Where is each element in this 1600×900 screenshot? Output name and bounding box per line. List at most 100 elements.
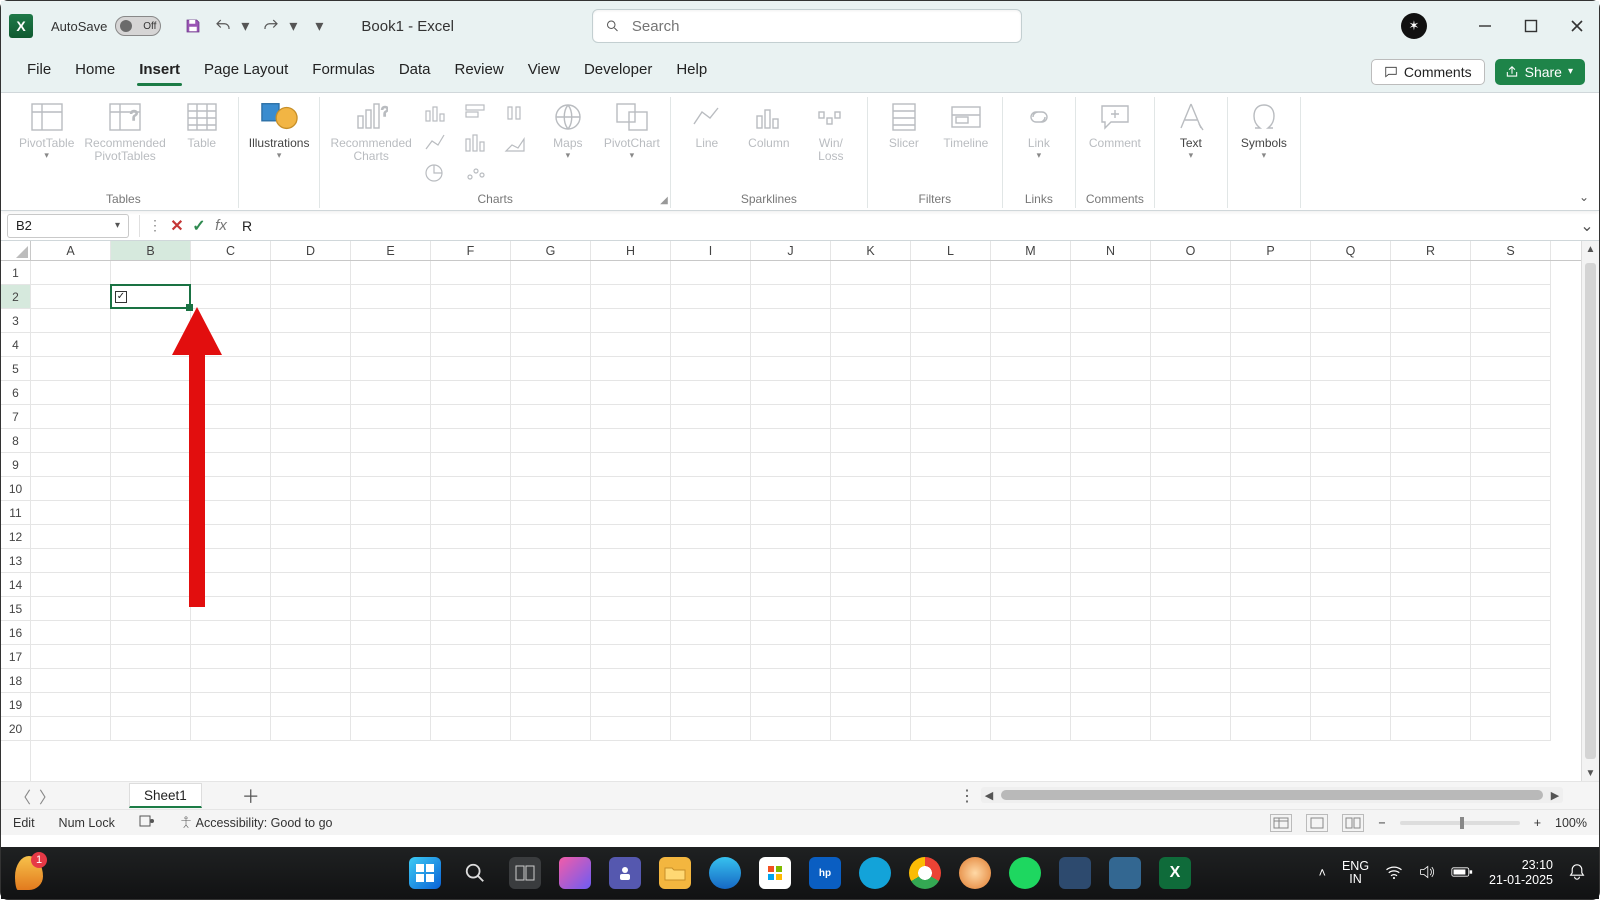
pivotchart-button[interactable]: PivotChart▾ — [604, 99, 660, 158]
taskbar-app-icon[interactable]: 1 — [15, 856, 43, 890]
tab-developer[interactable]: Developer — [572, 55, 664, 88]
redo-dropdown-icon[interactable]: ▾ — [289, 16, 301, 36]
worksheet-grid[interactable]: 1234567891011121314151617181920 ABCDEFGH… — [1, 241, 1599, 781]
new-sheet-button[interactable]: ＋ — [242, 783, 260, 809]
chrome-icon[interactable] — [909, 857, 941, 889]
sparkline-line-button[interactable]: Line — [681, 99, 733, 150]
tab-insert[interactable]: Insert — [127, 55, 192, 88]
zoom-out-button[interactable]: − — [1378, 816, 1385, 830]
copilot-icon[interactable] — [559, 857, 591, 889]
teams-icon[interactable] — [609, 857, 641, 889]
row-header[interactable]: 17 — [1, 645, 30, 669]
chart-gallery-2[interactable] — [462, 99, 492, 185]
sheet-tab-active[interactable]: Sheet1 — [129, 783, 202, 808]
row-header[interactable]: 11 — [1, 501, 30, 525]
row-header[interactable]: 7 — [1, 405, 30, 429]
column-header[interactable]: J — [751, 241, 831, 260]
vertical-scrollbar[interactable]: ▲ ▼ — [1581, 241, 1599, 781]
scroll-left-icon[interactable]: ◀ — [981, 789, 997, 802]
tab-view[interactable]: View — [516, 55, 572, 88]
undo-dropdown-icon[interactable]: ▾ — [241, 16, 253, 36]
taskbar-search-button[interactable] — [459, 857, 491, 889]
row-header[interactable]: 14 — [1, 573, 30, 597]
maps-button[interactable]: Maps▾ — [542, 99, 594, 158]
row-header[interactable]: 5 — [1, 357, 30, 381]
column-header[interactable]: S — [1471, 241, 1551, 260]
table-button[interactable]: Table — [176, 99, 228, 150]
battery-icon[interactable] — [1451, 866, 1473, 881]
tab-help[interactable]: Help — [664, 55, 719, 88]
row-header[interactable]: 9 — [1, 453, 30, 477]
formula-input[interactable]: R — [232, 218, 1575, 234]
hscroll-thumb[interactable] — [1001, 790, 1543, 800]
column-header[interactable]: B — [111, 241, 191, 260]
tab-formulas[interactable]: Formulas — [300, 55, 387, 88]
comments-button[interactable]: Comments — [1371, 59, 1485, 85]
column-header[interactable]: O — [1151, 241, 1231, 260]
formula-bar-expand-icon[interactable]: ⌄ — [1575, 216, 1599, 236]
app-icon-3[interactable] — [1059, 857, 1091, 889]
account-avatar[interactable]: ✶ — [1401, 13, 1427, 39]
page-layout-view-button[interactable] — [1306, 814, 1328, 832]
row-header[interactable]: 3 — [1, 309, 30, 333]
row-header[interactable]: 19 — [1, 693, 30, 717]
qat-customize-icon[interactable]: ▾ — [315, 16, 327, 36]
recommended-charts-button[interactable]: ?Recommended Charts — [330, 99, 411, 163]
tray-chevron-icon[interactable]: ˄ — [1319, 866, 1326, 880]
scroll-down-icon[interactable]: ▼ — [1582, 765, 1599, 781]
fill-handle[interactable] — [186, 304, 193, 311]
column-header[interactable]: M — [991, 241, 1071, 260]
row-headers[interactable]: 1234567891011121314151617181920 — [1, 261, 31, 781]
scroll-up-icon[interactable]: ▲ — [1582, 241, 1599, 257]
link-button[interactable]: Link▾ — [1013, 99, 1065, 158]
tab-file[interactable]: File — [15, 55, 63, 88]
select-all-button[interactable] — [1, 241, 31, 261]
text-button[interactable]: Text▾ — [1165, 99, 1217, 158]
app-icon-1[interactable] — [859, 857, 891, 889]
notifications-icon[interactable] — [1569, 863, 1585, 884]
redo-button[interactable] — [259, 14, 283, 38]
minimize-button[interactable] — [1471, 19, 1499, 33]
row-header[interactable]: 2 — [1, 285, 30, 309]
clock[interactable]: 23:10 21-01-2025 — [1489, 858, 1553, 888]
row-header[interactable]: 12 — [1, 525, 30, 549]
pivottable-button[interactable]: PivotTable▾ — [19, 99, 74, 158]
column-header[interactable]: A — [31, 241, 111, 260]
column-header[interactable]: C — [191, 241, 271, 260]
insert-function-button[interactable]: fx — [210, 215, 232, 237]
column-header[interactable]: F — [431, 241, 511, 260]
sheet-nav-prev[interactable]: 〈 — [11, 784, 35, 808]
save-button[interactable] — [181, 14, 205, 38]
chevron-down-icon[interactable]: ▾ — [115, 220, 120, 231]
excel-taskbar-icon[interactable]: X — [1159, 857, 1191, 889]
chart-gallery-1[interactable] — [422, 99, 452, 185]
autosave-switch[interactable]: Off — [115, 16, 161, 36]
zoom-in-button[interactable]: + — [1534, 816, 1541, 830]
zoom-slider[interactable] — [1400, 821, 1520, 825]
tab-home[interactable]: Home — [63, 55, 127, 88]
row-header[interactable]: 10 — [1, 477, 30, 501]
name-box[interactable]: B2▾ — [7, 214, 129, 238]
language-2[interactable]: IN — [1349, 873, 1362, 886]
column-header[interactable]: E — [351, 241, 431, 260]
maximize-button[interactable] — [1517, 19, 1545, 33]
column-header[interactable]: P — [1231, 241, 1311, 260]
column-header[interactable]: R — [1391, 241, 1471, 260]
page-break-view-button[interactable] — [1342, 814, 1364, 832]
recommended-pivottables-button[interactable]: ?Recommended PivotTables — [84, 99, 165, 163]
sheet-options-icon[interactable]: ⋮ — [959, 786, 975, 806]
macro-record-icon[interactable] — [139, 814, 155, 831]
undo-button[interactable] — [211, 14, 235, 38]
column-header[interactable]: Q — [1311, 241, 1391, 260]
row-header[interactable]: 6 — [1, 381, 30, 405]
file-explorer-icon[interactable] — [659, 857, 691, 889]
cancel-edit-button[interactable]: ✕ — [166, 215, 188, 237]
sparkline-winloss-button[interactable]: Win/ Loss — [805, 99, 857, 163]
tab-review[interactable]: Review — [443, 55, 516, 88]
row-header[interactable]: 16 — [1, 621, 30, 645]
column-header[interactable]: K — [831, 241, 911, 260]
cells-area[interactable] — [31, 261, 1581, 741]
ms-store-icon[interactable] — [759, 857, 791, 889]
sparkline-column-button[interactable]: Column — [743, 99, 795, 150]
timeline-button[interactable]: Timeline — [940, 99, 992, 150]
